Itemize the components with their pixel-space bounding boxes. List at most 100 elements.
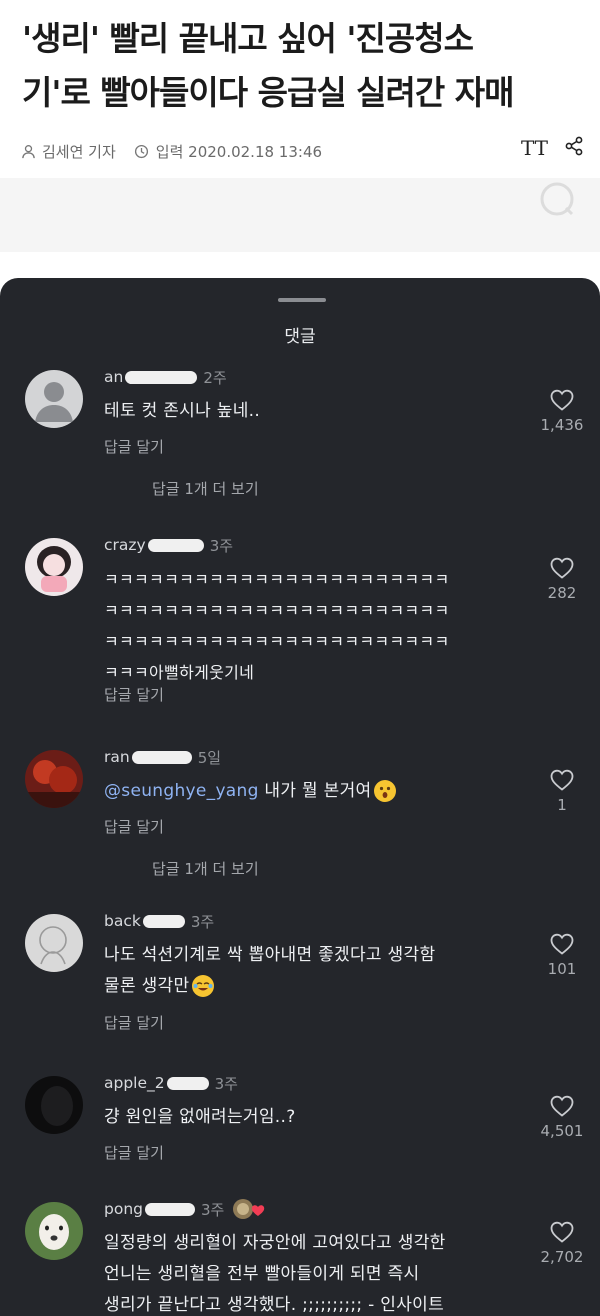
comment-line: 내가 뭘 본거여 bbox=[258, 781, 372, 801]
heart-icon bbox=[550, 933, 574, 955]
comment-age: 3주 bbox=[201, 1200, 225, 1219]
username[interactable]: apple_2 bbox=[104, 1074, 165, 1092]
comment-item: ran 5일 @seunghye_yang 내가 뭘 본거여 답글 달기 1 답… bbox=[0, 746, 600, 886]
comments-title: 댓글 bbox=[284, 327, 316, 347]
like-button[interactable]: 4,501 bbox=[530, 1094, 594, 1140]
comment-line: 물론 생각만 bbox=[104, 976, 190, 996]
comment-header: crazy 3주 bbox=[104, 534, 233, 556]
headline-line-2: 기'로 빨아들이다 응급실 실려간 자매 bbox=[22, 73, 514, 112]
reply-button[interactable]: 답글 달기 bbox=[104, 684, 164, 705]
like-button[interactable]: 1 bbox=[530, 768, 594, 814]
reporter-name: 김세연 기자 bbox=[42, 142, 116, 161]
user-mention[interactable]: @seunghye_yang bbox=[104, 781, 259, 801]
comment-line: ㅋㅋㅋㅋㅋㅋㅋㅋㅋㅋㅋㅋㅋㅋㅋㅋㅋㅋㅋㅋㅋㅋㅋ bbox=[104, 632, 450, 651]
comment-line: 나도 석션기계로 싹 뽑아내면 좋겠다고 생각함 bbox=[104, 945, 436, 965]
avatar[interactable] bbox=[25, 1076, 83, 1134]
view-more-replies[interactable]: 답글 1개 더 보기 bbox=[152, 478, 259, 499]
avatar[interactable] bbox=[25, 1202, 83, 1260]
article-body-placeholder bbox=[0, 178, 600, 252]
redaction-mark bbox=[142, 914, 185, 928]
avatar[interactable] bbox=[25, 914, 83, 972]
comment-age: 3주 bbox=[214, 1074, 238, 1093]
comment-item: back 3주 나도 석션기계로 싹 뽑아내면 좋겠다고 생각함 물론 생각만 … bbox=[0, 910, 600, 1033]
username[interactable]: ran bbox=[104, 748, 130, 766]
article-headline: '생리' 빨리 끝내고 싶어 '진공청소 기'로 빨아들이다 응급실 실려간 자… bbox=[22, 12, 582, 120]
avatar[interactable] bbox=[25, 750, 83, 808]
clock-icon bbox=[134, 143, 150, 159]
comment-header: pong 3주 bbox=[104, 1198, 266, 1220]
ghost-comment-icon bbox=[536, 178, 578, 224]
comment-header: ran 5일 bbox=[104, 746, 221, 768]
redaction-mark bbox=[125, 370, 198, 384]
like-button[interactable]: 282 bbox=[530, 556, 594, 602]
astonished-face-emoji bbox=[374, 780, 397, 802]
redaction-mark bbox=[166, 1076, 209, 1090]
comment-age: 3주 bbox=[209, 536, 234, 555]
heart-icon bbox=[550, 769, 574, 791]
heart-icon bbox=[550, 557, 574, 579]
view-more-replies[interactable]: 답글 1개 더 보기 bbox=[152, 858, 259, 879]
comment-line: 일정량의 생리혈이 자궁안에 고여있다고 생각한 bbox=[104, 1233, 446, 1253]
comment-line: 생리가 끝난다고 생각했다. ;;;;;;;;;; - 인사이트 bbox=[104, 1295, 445, 1315]
like-count: 101 bbox=[547, 960, 577, 978]
like-button[interactable]: 1,436 bbox=[530, 388, 594, 434]
share-icon[interactable] bbox=[564, 136, 584, 160]
comment-line: 테토 컷 존시나 높네.. bbox=[104, 401, 261, 421]
redaction-mark bbox=[147, 538, 204, 552]
article-meta: 김세연 기자 입력 2020.02.18 13:46 bbox=[20, 138, 322, 164]
username[interactable]: crazy bbox=[104, 536, 146, 554]
reply-button[interactable]: 답글 달기 bbox=[104, 436, 164, 457]
redaction-mark bbox=[131, 750, 192, 764]
drag-handle[interactable] bbox=[278, 298, 326, 302]
comment-text: 나도 석션기계로 싹 뽑아내면 좋겠다고 생각함 물론 생각만 bbox=[104, 940, 524, 1002]
heart-icon bbox=[550, 389, 574, 411]
comment-text: 테토 컷 존시나 높네.. bbox=[104, 396, 524, 427]
comment-item: pong 3주 일정량의 생리혈이 자궁안에 고여있다고 생각한 언니는 생리혈… bbox=[0, 1198, 600, 1316]
section-gap bbox=[0, 252, 600, 278]
person-icon bbox=[20, 143, 36, 159]
like-count: 1,436 bbox=[540, 416, 584, 434]
reply-button[interactable]: 답글 달기 bbox=[104, 1012, 164, 1033]
headline-line-1: '생리' 빨리 끝내고 싶어 '진공청소 bbox=[22, 19, 474, 58]
comment-line: ㅋㅋㅋㅋㅋㅋㅋㅋㅋㅋㅋㅋㅋㅋㅋㅋㅋㅋㅋㅋㅋㅋㅋ bbox=[104, 601, 450, 620]
username[interactable]: back bbox=[104, 912, 141, 930]
comment-age: 5일 bbox=[197, 748, 222, 767]
comment-item: an 2주 테토 컷 존시나 높네.. 답글 달기 1,436 답글 1개 더 … bbox=[0, 366, 600, 506]
username[interactable]: pong bbox=[104, 1200, 143, 1218]
font-size-icon[interactable]: TT bbox=[521, 136, 548, 160]
comments-sheet: 댓글 an 2주 테토 컷 존시나 높네.. 답글 달기 1,436 답글 1개… bbox=[0, 278, 600, 1316]
username[interactable]: an bbox=[104, 368, 123, 386]
heart-icon bbox=[550, 1095, 574, 1117]
creator-heart-badge bbox=[232, 1198, 266, 1220]
comment-header: back 3주 bbox=[104, 910, 214, 932]
like-button[interactable]: 101 bbox=[530, 932, 594, 978]
comment-header: apple_2 3주 bbox=[104, 1072, 238, 1094]
comment-item: apple_2 3주 걍 원인을 없애려는거임..? 답글 달기 4,501 bbox=[0, 1072, 600, 1172]
like-button[interactable]: 2,702 bbox=[530, 1220, 594, 1266]
comment-line: ㅋㅋㅋ아뻘하게웃기네 bbox=[104, 663, 255, 682]
avatar[interactable] bbox=[25, 370, 83, 428]
comment-text: 걍 원인을 없애려는거임..? bbox=[104, 1102, 524, 1133]
tears-of-joy-emoji bbox=[192, 975, 215, 997]
like-count: 1 bbox=[557, 796, 567, 814]
comment-text: ㅋㅋㅋㅋㅋㅋㅋㅋㅋㅋㅋㅋㅋㅋㅋㅋㅋㅋㅋㅋㅋㅋㅋ ㅋㅋㅋㅋㅋㅋㅋㅋㅋㅋㅋㅋㅋㅋㅋㅋ… bbox=[104, 564, 524, 688]
article-header: '생리' 빨리 끝내고 싶어 '진공청소 기'로 빨아들이다 응급실 실려간 자… bbox=[0, 0, 600, 252]
like-count: 4,501 bbox=[540, 1122, 584, 1140]
comment-age: 2주 bbox=[203, 368, 227, 387]
comment-header: an 2주 bbox=[104, 366, 227, 388]
comment-line: ㅋㅋㅋㅋㅋㅋㅋㅋㅋㅋㅋㅋㅋㅋㅋㅋㅋㅋㅋㅋㅋㅋㅋ bbox=[104, 570, 450, 589]
avatar[interactable] bbox=[25, 538, 83, 596]
comment-text: 일정량의 생리혈이 자궁안에 고여있다고 생각한 언니는 생리혈을 전부 빨아들… bbox=[104, 1228, 524, 1316]
reply-button[interactable]: 답글 달기 bbox=[104, 1142, 164, 1163]
reply-button[interactable]: 답글 달기 bbox=[104, 816, 164, 837]
heart-icon bbox=[550, 1221, 574, 1243]
comment-text: @seunghye_yang 내가 뭘 본거여 bbox=[104, 776, 524, 807]
comment-line: 걍 원인을 없애려는거임..? bbox=[104, 1107, 296, 1127]
like-count: 282 bbox=[547, 584, 577, 602]
publish-date: 입력 2020.02.18 13:46 bbox=[155, 142, 323, 161]
like-count: 2,702 bbox=[540, 1248, 584, 1266]
redaction-mark bbox=[145, 1202, 195, 1216]
article-tools: TT bbox=[521, 136, 584, 160]
comment-item: crazy 3주 ㅋㅋㅋㅋㅋㅋㅋㅋㅋㅋㅋㅋㅋㅋㅋㅋㅋㅋㅋㅋㅋㅋㅋ ㅋㅋㅋㅋㅋㅋㅋ… bbox=[0, 534, 600, 714]
comment-age: 3주 bbox=[190, 912, 215, 931]
